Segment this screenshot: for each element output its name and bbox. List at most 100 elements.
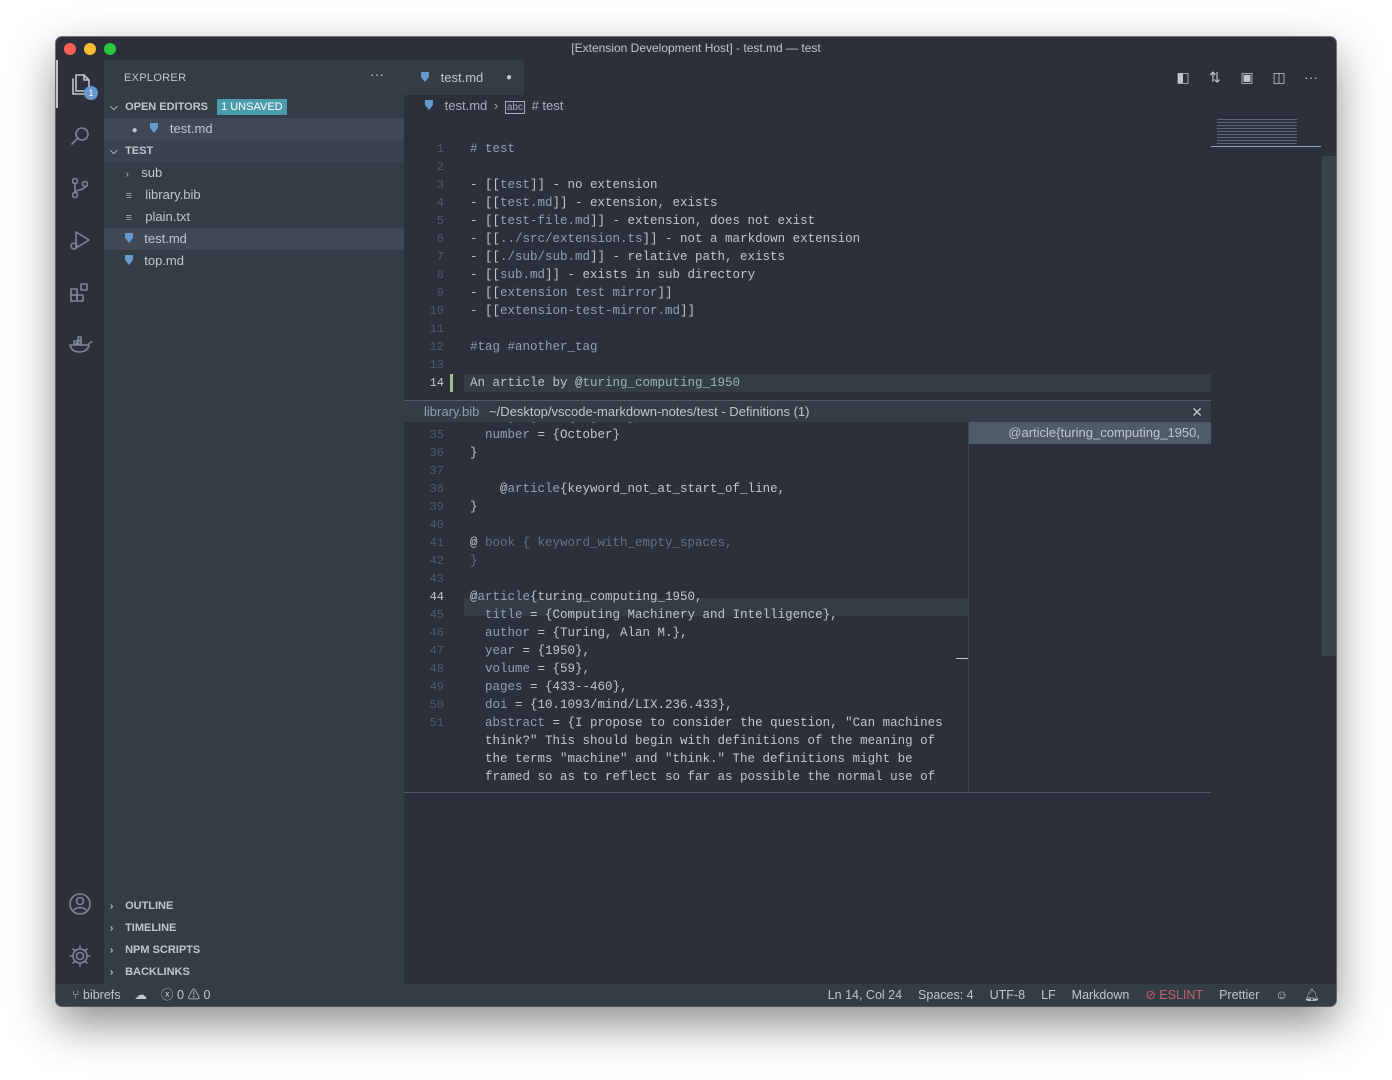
backlinks-label: BACKLINKS [125,966,190,978]
tree-item-plain-txt[interactable]: ≡ plain.txt [104,206,404,228]
open-changes-icon[interactable]: ⇅ [1206,69,1224,87]
code-line[interactable]: doi = {10.1093/mind/LIX.236.433}, [470,696,733,714]
indentation[interactable]: Spaces: 4 [918,984,974,1006]
code-line[interactable]: - [[extension test mirror]] [470,284,673,302]
wiki-link[interactable]: test-file.md [500,214,590,228]
code-line[interactable]: @article{turing_computing_1950, [470,588,703,606]
code-line[interactable]: - [[test-file.md]] - extension, does not… [470,212,815,230]
code-line[interactable]: @ book { keyword_with_empty_spaces, [470,534,733,552]
code-line[interactable]: abstract = {I propose to consider the qu… [470,714,943,732]
problems-item[interactable]: ⓧ 0 ⚠ 0 [161,984,210,1006]
code-token[interactable]: turing_computing_1950 [583,376,741,390]
branch-item[interactable]: ⑂ bibrefs [72,984,121,1006]
minimize-window-button[interactable] [84,43,96,55]
dirty-dot-icon[interactable]: ● [132,125,138,136]
code-token: = {Computing Machinery and Intelligence}… [522,608,838,622]
tab-dirty-icon[interactable]: ● [506,60,512,95]
bell-icon[interactable]: 🔔︎ [1304,984,1320,1006]
peek-reference-item[interactable]: @article{turing_computing_1950, [969,422,1211,444]
split-editor-icon[interactable]: ◫ [1270,69,1288,87]
code-line[interactable]: think?" This should begin with definitio… [470,732,935,750]
code-token: #tag #another_tag [470,340,598,354]
tree-item-label: test.md [144,231,187,246]
code-line[interactable]: # test [470,140,515,158]
timeline-section[interactable]: › TIMELINE [104,917,404,939]
docker-icon[interactable] [56,320,104,368]
code-line[interactable]: } [470,444,478,462]
end-of-line[interactable]: LF [1041,984,1056,1006]
code-line[interactable]: - [[../src/extension.ts]] - not a markdo… [470,230,860,248]
open-editor-item[interactable]: ● test.md [104,118,404,140]
folder-test-section[interactable]: ⌵ TEST [104,140,404,162]
code-line[interactable]: - [[test]] - no extension [470,176,658,194]
wiki-link[interactable]: ./sub/sub.md [500,250,590,264]
tree-item-sub[interactable]: › sub [104,162,404,184]
tree-item-test-md[interactable]: test.md [104,228,404,250]
wiki-link[interactable]: test [500,178,530,192]
explorer-icon[interactable]: 1 [56,60,104,108]
wiki-link[interactable]: sub.md [500,268,545,282]
breadcrumb-symbol[interactable]: # test [532,98,564,113]
code-line[interactable]: - [[sub.md]] - exists in sub directory [470,266,755,284]
wiki-link[interactable]: ../src/extension.ts [500,232,643,246]
run-debug-icon[interactable] [56,216,104,264]
prettier-status[interactable]: Prettier [1219,984,1259,1006]
open-editors-section[interactable]: ⌵ OPEN EDITORS 1 UNSAVED [104,96,404,118]
code-line[interactable]: framed so as to reflect so far as possib… [470,768,935,786]
line-number: 49 [429,680,444,694]
gear-icon[interactable] [56,932,104,980]
code-line[interactable]: @article{keyword_not_at_start_of_line, [470,480,785,498]
code-line[interactable]: volume = {59}, [470,660,590,678]
peek-file[interactable]: library.bib [424,404,479,419]
error-count: 0 [177,988,184,1002]
code-line[interactable]: the terms "machine" and "think." The def… [470,750,913,768]
open-preview-icon[interactable]: ◧ [1174,69,1192,87]
code-token: @ [470,590,478,604]
eslint-status[interactable]: ⊘ ESLINT [1145,984,1203,1006]
close-window-button[interactable] [64,43,76,55]
breadcrumb-file[interactable]: test.md [445,98,488,113]
feedback-icon[interactable]: ☺ [1275,984,1288,1006]
code-line[interactable]: author = {Turing, Alan M.}, [470,624,688,642]
wiki-link[interactable]: extension test mirror [500,286,658,300]
outline-section[interactable]: › OUTLINE [104,895,404,917]
window-title: [Extension Development Host] - test.md —… [571,41,821,55]
sync-icon[interactable]: ☁ [135,984,148,1006]
tree-item-label: top.md [144,253,184,268]
search-icon[interactable] [56,112,104,160]
preview-side-icon[interactable]: ▣ [1238,69,1256,87]
minimap[interactable] [1211,117,1336,617]
code-line[interactable]: title = {Computing Machinery and Intelli… [470,606,838,624]
tree-item-top-md[interactable]: top.md [104,250,404,272]
code-line[interactable]: } [470,552,478,570]
wiki-link[interactable]: test.md [500,196,553,210]
maximize-window-button[interactable] [104,43,116,55]
code-line[interactable]: - [[extension-test-mirror.md]] [470,302,695,320]
close-icon[interactable]: ✕ [1191,401,1203,423]
extensions-icon[interactable] [56,268,104,316]
npm-scripts-section[interactable]: › NPM SCRIPTS [104,939,404,961]
tab-test-md[interactable]: test.md ● [404,60,524,95]
code-line[interactable]: - [[./sub/sub.md]] - relative path, exis… [470,248,785,266]
code-line[interactable]: - [[test.md]] - extension, exists [470,194,718,212]
source-control-icon[interactable] [56,164,104,212]
wiki-link[interactable]: extension-test-mirror.md [500,304,680,318]
code-token: @ [470,482,508,496]
editor-scrollbar[interactable] [1322,156,1336,656]
code-token: ]] - no extension [530,178,658,192]
more-actions-icon[interactable]: ··· [370,66,384,82]
tree-item-library-bib[interactable]: ≡ library.bib [104,184,404,206]
cursor-position[interactable]: Ln 14, Col 24 [828,984,902,1006]
code-line[interactable]: An article by @turing_computing_1950 [470,374,740,392]
code-line[interactable]: #tag #another_tag [470,338,598,356]
code-line[interactable]: year = {1950}, [470,642,590,660]
code-line[interactable]: number = {October} [470,426,620,444]
peek-header: library.bib ~/Desktop/vscode-markdown-no… [404,400,1211,423]
encoding[interactable]: UTF-8 [990,984,1025,1006]
backlinks-section[interactable]: › BACKLINKS [104,961,404,983]
code-line[interactable]: pages = {433--460}, [470,678,628,696]
code-line[interactable]: } [470,498,478,516]
accounts-icon[interactable] [56,880,104,928]
more-actions-icon[interactable]: ··· [1302,69,1320,87]
language-mode[interactable]: Markdown [1072,984,1130,1006]
